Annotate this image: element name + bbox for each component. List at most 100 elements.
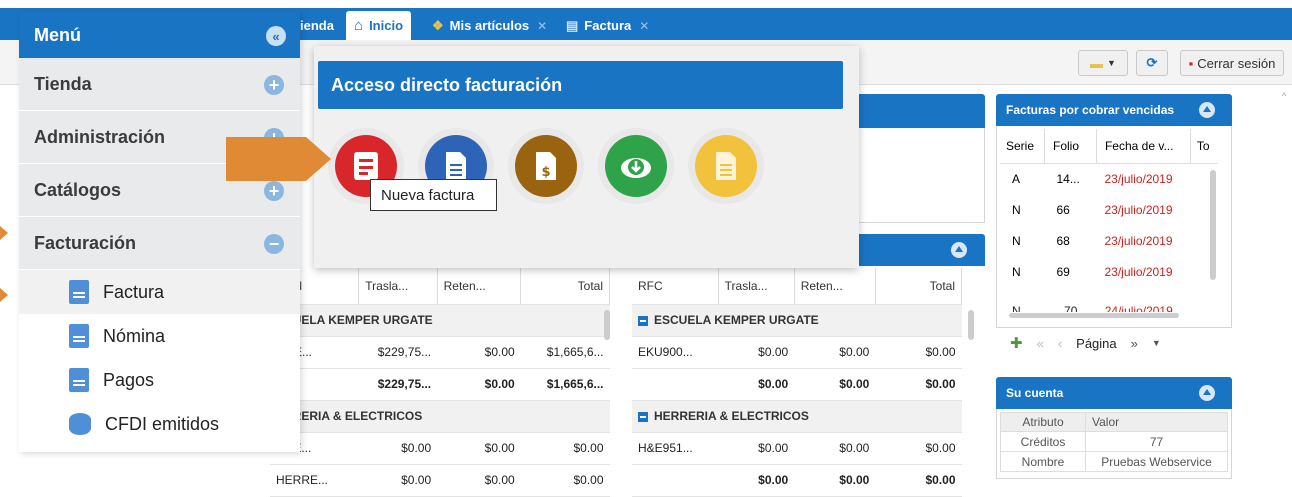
submenu-item-cfdi-emitidos[interactable]: CFDI emitidos	[19, 402, 300, 446]
panel-body	[843, 128, 985, 223]
cell: 66	[1056, 202, 1070, 217]
logout-icon: ▪	[1188, 55, 1194, 71]
previous-page-icon[interactable]: ‹	[1058, 336, 1062, 351]
column-header[interactable]: Serie	[1000, 129, 1045, 163]
quick-access-popup: Acceso directo facturación $	[314, 46, 859, 268]
vencidas-table: Serie Folio Fecha de v... To A 14... 23/ju…	[1000, 129, 1218, 287]
cloud-download-button[interactable]	[598, 128, 674, 204]
database-icon	[69, 413, 91, 435]
column-header[interactable]: Folio	[1044, 129, 1097, 163]
cell: $0.00	[839, 345, 870, 359]
submenu-label: Nómina	[103, 325, 166, 346]
cell: 14...	[1056, 171, 1080, 186]
submenu-item-nomina[interactable]: Nómina	[19, 314, 300, 358]
menu-item-facturacion[interactable]: Facturación −	[19, 217, 300, 270]
folder-icon: ▬	[1090, 55, 1104, 71]
grid-header-row: ursal Trasla... Reten... Total	[270, 268, 610, 304]
cell: $0.00	[484, 441, 515, 455]
submenu-label: Pagos	[103, 369, 155, 390]
submenu-item-pagos[interactable]: Pagos	[19, 358, 300, 402]
collapse-group-icon[interactable]	[638, 315, 648, 326]
group-row[interactable]: ESCUELA KEMPER URGATE	[632, 304, 962, 336]
table-row[interactable]: HERRE... $0.00 $0.00 $0.00	[270, 464, 610, 496]
column-header[interactable]: RFC	[632, 268, 719, 304]
cuenta-table: Atributo Valor Créditos 77 Nombre Prueba…	[1000, 412, 1228, 472]
menu-header: Menú «	[19, 12, 300, 58]
tab-factura[interactable]: ▤ Factura ✕	[558, 11, 657, 40]
tab-mis-articulos[interactable]: ❖ Mis artículos ✕	[424, 11, 555, 40]
group-row[interactable]: SCUELA KEMPER URGATE	[270, 304, 610, 336]
refresh-button[interactable]: ⟳	[1136, 50, 1168, 76]
submenu-label: CFDI emitidos	[105, 413, 220, 434]
total-row: $229,75... $0.00 $1,665,6...	[270, 368, 610, 400]
annotation-arrow	[226, 137, 331, 181]
refresh-icon: ⟳	[1146, 55, 1158, 70]
cell: N	[1012, 304, 1021, 312]
scrollbar[interactable]	[604, 310, 610, 340]
table-row[interactable]: N 69 23/julio/2019	[1000, 256, 1218, 287]
collapse-icon[interactable]	[1199, 385, 1215, 401]
column-header[interactable]: Total	[520, 268, 610, 304]
cell: N	[1012, 202, 1021, 217]
collapse-menu-icon[interactable]: «	[266, 26, 286, 46]
collapse-icon[interactable]	[951, 242, 967, 258]
cell: $0.00	[925, 473, 956, 487]
table-row[interactable]: A 14... 23/julio/2019	[1000, 163, 1218, 194]
plugin-icon[interactable]: ✚	[1010, 334, 1023, 352]
chevron-down-icon[interactable]: ▼	[1152, 338, 1161, 348]
cell: $0.00	[484, 377, 515, 391]
cell: $0.00	[758, 441, 789, 455]
close-icon[interactable]: ✕	[537, 19, 547, 33]
scrollbar[interactable]	[1210, 170, 1216, 280]
column-header[interactable]: To	[1190, 129, 1218, 163]
group-label: ERRERIA & ELECTRICOS	[270, 400, 610, 432]
popup-title: Acceso directo facturación	[331, 74, 563, 95]
payment-doc-button[interactable]: $	[508, 128, 584, 204]
table-row[interactable]: RRE... $0.00 $0.00 $0.00	[270, 432, 610, 464]
first-page-icon[interactable]: «	[1037, 336, 1044, 351]
payment-icon	[69, 368, 89, 392]
table-row[interactable]: EKU900... $0.00 $0.00 $0.00	[632, 336, 962, 368]
table-row[interactable]: MPE... $229,75... $0.00 $1,665,6...	[270, 336, 610, 368]
collapse-group-icon[interactable]	[638, 411, 648, 422]
column-header[interactable]: Reten...	[437, 268, 522, 304]
submenu-item-factura[interactable]: Factura	[19, 270, 300, 314]
table-row[interactable]: N 66 23/julio/2019	[1000, 194, 1218, 225]
popup-header: Acceso directo facturación	[318, 61, 843, 109]
cell: 23/julio/2019	[1104, 171, 1173, 186]
column-header[interactable]: Trasla...	[358, 268, 438, 304]
logout-button[interactable]: ▪ Cerrar sesión	[1180, 50, 1284, 76]
menu-item-label: Tienda	[34, 73, 92, 94]
expand-icon[interactable]: +	[264, 75, 284, 95]
group-row[interactable]: HERRERIA & ELECTRICOS	[632, 400, 962, 432]
table-row[interactable]: H&E951... $0.00 $0.00 $0.00	[632, 432, 962, 464]
expand-icon[interactable]: +	[264, 181, 284, 201]
group-label: SCUELA KEMPER URGATE	[270, 304, 610, 336]
cell	[632, 464, 718, 496]
cell: 23/julio/2019	[1104, 202, 1173, 217]
column-header[interactable]: Trasla...	[718, 268, 795, 304]
tab-label: Inicio	[369, 18, 404, 33]
cell: $0.00	[925, 441, 956, 455]
horizontal-scrollbar[interactable]	[1009, 313, 1179, 318]
scrollbar[interactable]	[968, 310, 974, 340]
column-header[interactable]: Fecha de v...	[1096, 129, 1191, 163]
notes-button[interactable]	[688, 128, 764, 204]
cell: EKU900...	[638, 345, 693, 359]
menu-item-tienda[interactable]: Tienda +	[19, 58, 300, 111]
table-row-partial[interactable]: N 70 24/julio/2019	[1000, 304, 1210, 312]
group-row[interactable]: ERRERIA & ELECTRICOS	[270, 400, 610, 432]
folder-dropdown-button[interactable]: ▬ ▼	[1078, 50, 1128, 76]
column-header[interactable]: Reten...	[794, 268, 876, 304]
chevron-up-icon[interactable]: ^	[1282, 91, 1286, 101]
cell: 23/julio/2019	[1104, 264, 1173, 279]
close-icon[interactable]: ✕	[639, 19, 649, 33]
column-header[interactable]: Total	[875, 268, 963, 304]
tab-inicio[interactable]: ⌂ Inicio	[346, 11, 412, 40]
table-row[interactable]: N 68 23/julio/2019	[1000, 225, 1218, 256]
cell: HERRE...	[276, 473, 329, 487]
page-scrollbar[interactable]: ^	[1282, 86, 1290, 486]
collapse-icon[interactable]: −	[264, 234, 284, 254]
next-page-icon[interactable]: »	[1131, 336, 1138, 351]
collapse-icon[interactable]	[1199, 102, 1215, 118]
